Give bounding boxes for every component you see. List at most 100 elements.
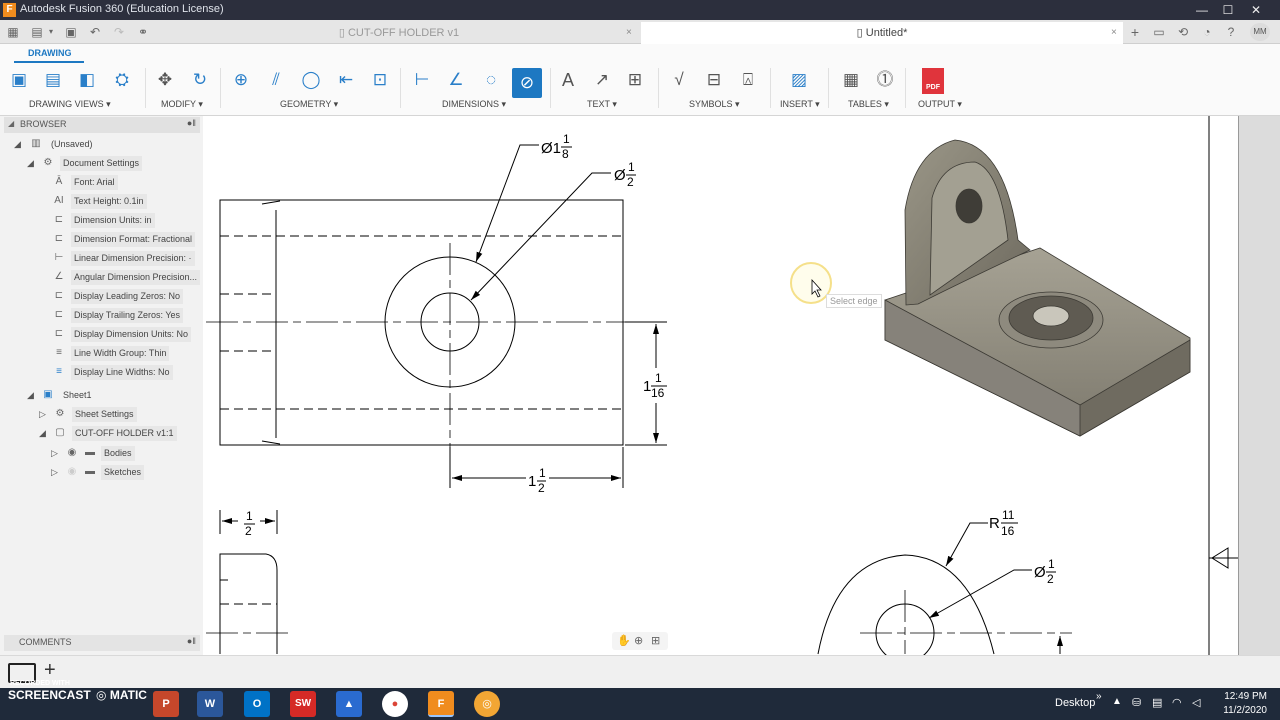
text-icon[interactable]: A [555, 68, 581, 92]
fit-icon[interactable]: ⊞ [651, 634, 660, 647]
dim-width[interactable]: 1 [528, 473, 536, 490]
dim-side-den[interactable]: 2 [245, 524, 252, 538]
dim-outer-diameter[interactable]: Ø1 [541, 140, 561, 157]
modify-menu[interactable]: MODIFY ▾ [161, 99, 203, 110]
edge-line[interactable] [261, 440, 281, 445]
tree-setting-item[interactable]: ⊢ Linear Dimension Precision: · [0, 249, 203, 268]
feature-control-frame-icon[interactable]: ⊟ [701, 68, 727, 92]
tree-root[interactable]: ◢ ▥ (Unsaved) [0, 135, 203, 154]
fusion-taskbar-icon[interactable]: F [428, 691, 454, 717]
insert-menu[interactable]: INSERT ▾ [780, 99, 820, 110]
help-icon[interactable]: ? [1222, 23, 1240, 41]
tray-app-icon[interactable]: ▤ [1152, 696, 1162, 709]
tree-setting-item[interactable]: Ā Font: Arial [0, 173, 203, 192]
leader-outer-diameter[interactable] [475, 144, 539, 263]
clock[interactable]: 12:49 PM 11/2/2020 [1217, 690, 1267, 718]
extensions-icon[interactable]: ⟲ [1174, 23, 1192, 41]
network-icon[interactable]: ⛁ [1132, 696, 1141, 709]
tray-expand-icon[interactable]: ▲ [1112, 696, 1122, 707]
tab-close-icon[interactable]: × [626, 22, 632, 44]
toolbar-chevron[interactable]: » [1096, 691, 1102, 702]
tree-bodies[interactable]: ▷ ◉ ▬ Bodies [0, 444, 203, 463]
expand-triangle-icon[interactable]: ◢ [27, 390, 34, 401]
link-icon[interactable]: ⚭ [134, 24, 152, 40]
expand-triangle-icon[interactable]: ◢ [14, 139, 21, 150]
tree-sheet-settings[interactable]: ▷ ⚙ Sheet Settings [0, 405, 203, 424]
new-tab-button[interactable]: + [1126, 23, 1144, 41]
model-ear-hole[interactable] [955, 188, 983, 224]
tree-component[interactable]: ◢ ▢ CUT-OFF HOLDER v1:1 [0, 424, 203, 443]
edge-line[interactable] [261, 200, 281, 205]
browser-header[interactable]: ◢ BROWSER ●‖ [4, 117, 200, 133]
visibility-eye-icon[interactable]: ◉ [65, 465, 79, 479]
save-icon[interactable]: ▣ [62, 24, 80, 40]
output-menu[interactable]: OUTPUT ▾ [918, 99, 962, 110]
diameter-dimension-icon[interactable]: ⊘ [512, 68, 542, 98]
panel-pin-icon[interactable]: ●‖ [187, 636, 196, 646]
grid-menu-icon[interactable]: ▦ [4, 24, 22, 40]
expand-triangle-icon[interactable]: ▷ [51, 448, 58, 459]
solidworks-app-icon[interactable]: SW [290, 691, 316, 717]
geometry-add-icon[interactable]: ⊡ [367, 68, 393, 92]
balloon-icon[interactable]: ⓵ [872, 68, 898, 92]
center-mark-pattern-icon[interactable]: ◯ [298, 68, 324, 92]
front-view[interactable] [206, 199, 666, 452]
move-icon[interactable]: ✥ [152, 68, 178, 92]
tree-setting-item[interactable]: ≡ Display Line Widths: No [0, 363, 203, 382]
tree-setting-item[interactable]: ⊏ Dimension Units: in [0, 211, 203, 230]
tree-setting-item[interactable]: ∠ Angular Dimension Precision... [0, 268, 203, 287]
powerpoint-app-icon[interactable]: P [153, 691, 179, 717]
balloon-text-icon[interactable]: ⊞ [622, 68, 648, 92]
panel-pin-icon[interactable]: ●‖ [187, 118, 196, 128]
volume-icon[interactable]: ◁ [1192, 696, 1200, 709]
leader-bottom-diameter[interactable] [928, 569, 1032, 619]
workspace-tab-drawing[interactable]: DRAWING [28, 48, 72, 58]
dimensions-menu[interactable]: DIMENSIONS ▾ [442, 99, 506, 110]
base-view-icon[interactable]: ▣ [6, 68, 32, 92]
dim-inner-diameter[interactable]: Ø [614, 167, 626, 184]
screencast-taskbar-icon[interactable]: ◎ [474, 691, 500, 717]
collapse-triangle-icon[interactable]: ◢ [8, 119, 14, 128]
insert-image-icon[interactable]: ▨ [786, 68, 812, 92]
geometry-menu[interactable]: GEOMETRY ▾ [280, 99, 338, 110]
maximize-button[interactable]: ☐ [1214, 0, 1242, 20]
comments-panel-header[interactable]: COMMENTS ●‖ [4, 635, 200, 651]
pdf-export-icon[interactable]: PDF [922, 68, 944, 94]
centerline-icon[interactable]: ⫽ [263, 68, 289, 92]
radius-dimension-icon[interactable]: ◌ [478, 68, 504, 92]
wifi-icon[interactable]: ◠ [1172, 696, 1182, 709]
tree-sketches[interactable]: ▷ ◉ ▬ Sketches [0, 463, 203, 482]
visibility-eye-icon[interactable]: ◉ [65, 446, 79, 460]
expand-triangle-icon[interactable]: ◢ [39, 428, 46, 439]
autodesk-app-icon[interactable]: ▲ [336, 691, 362, 717]
word-app-icon[interactable]: W [197, 691, 223, 717]
notifications-icon[interactable]: ◔ [1198, 23, 1216, 41]
isometric-model-view[interactable] [884, 139, 1191, 437]
dim-side-num[interactable]: 1 [246, 509, 253, 523]
desktop-toolbar-label[interactable]: Desktop [1055, 697, 1095, 709]
model-through-hole[interactable] [1032, 305, 1070, 327]
edge-extension-icon[interactable]: ⇤ [333, 68, 359, 92]
tree-setting-item[interactable]: AI Text Height: 0.1in [0, 192, 203, 211]
outlook-app-icon[interactable]: O [244, 691, 270, 717]
drawing-canvas[interactable]: Ø1 1 8 Ø 1 2 1 1 16 1 1 2 1 2 R 11 16 Ø … [204, 116, 1238, 655]
angular-dimension-icon[interactable]: ∠ [443, 68, 469, 92]
section-view-icon[interactable]: ◧ [74, 68, 100, 92]
linear-dimension-icon[interactable]: ⊢ [409, 68, 435, 92]
tab-close-icon[interactable]: × [1111, 22, 1117, 44]
minimize-button[interactable]: — [1188, 0, 1216, 20]
expand-triangle-icon[interactable]: ▷ [51, 467, 58, 478]
job-status-icon[interactable]: ▭ [1150, 23, 1168, 41]
user-avatar[interactable]: MM [1250, 23, 1270, 41]
undo-icon[interactable]: ↶ [86, 24, 104, 40]
datum-identifier-icon[interactable]: ⍓ [735, 68, 761, 92]
drawing-views-menu[interactable]: DRAWING VIEWS ▾ [29, 99, 111, 110]
center-mark-icon[interactable]: ⊕ [228, 68, 254, 92]
chrome-app-icon[interactable]: ● [382, 691, 408, 717]
tab-cut-off-holder[interactable]: ▯ CUT-OFF HOLDER v1 × [160, 22, 638, 44]
tree-document-settings[interactable]: ◢ ⚙ Document Settings [0, 154, 203, 173]
tables-menu[interactable]: TABLES ▾ [848, 99, 889, 110]
dim-bottom-diameter[interactable]: Ø [1034, 564, 1046, 581]
leader-text-icon[interactable]: ↗ [589, 68, 615, 92]
tree-sheet[interactable]: ◢ ▣ Sheet1 [0, 386, 203, 405]
